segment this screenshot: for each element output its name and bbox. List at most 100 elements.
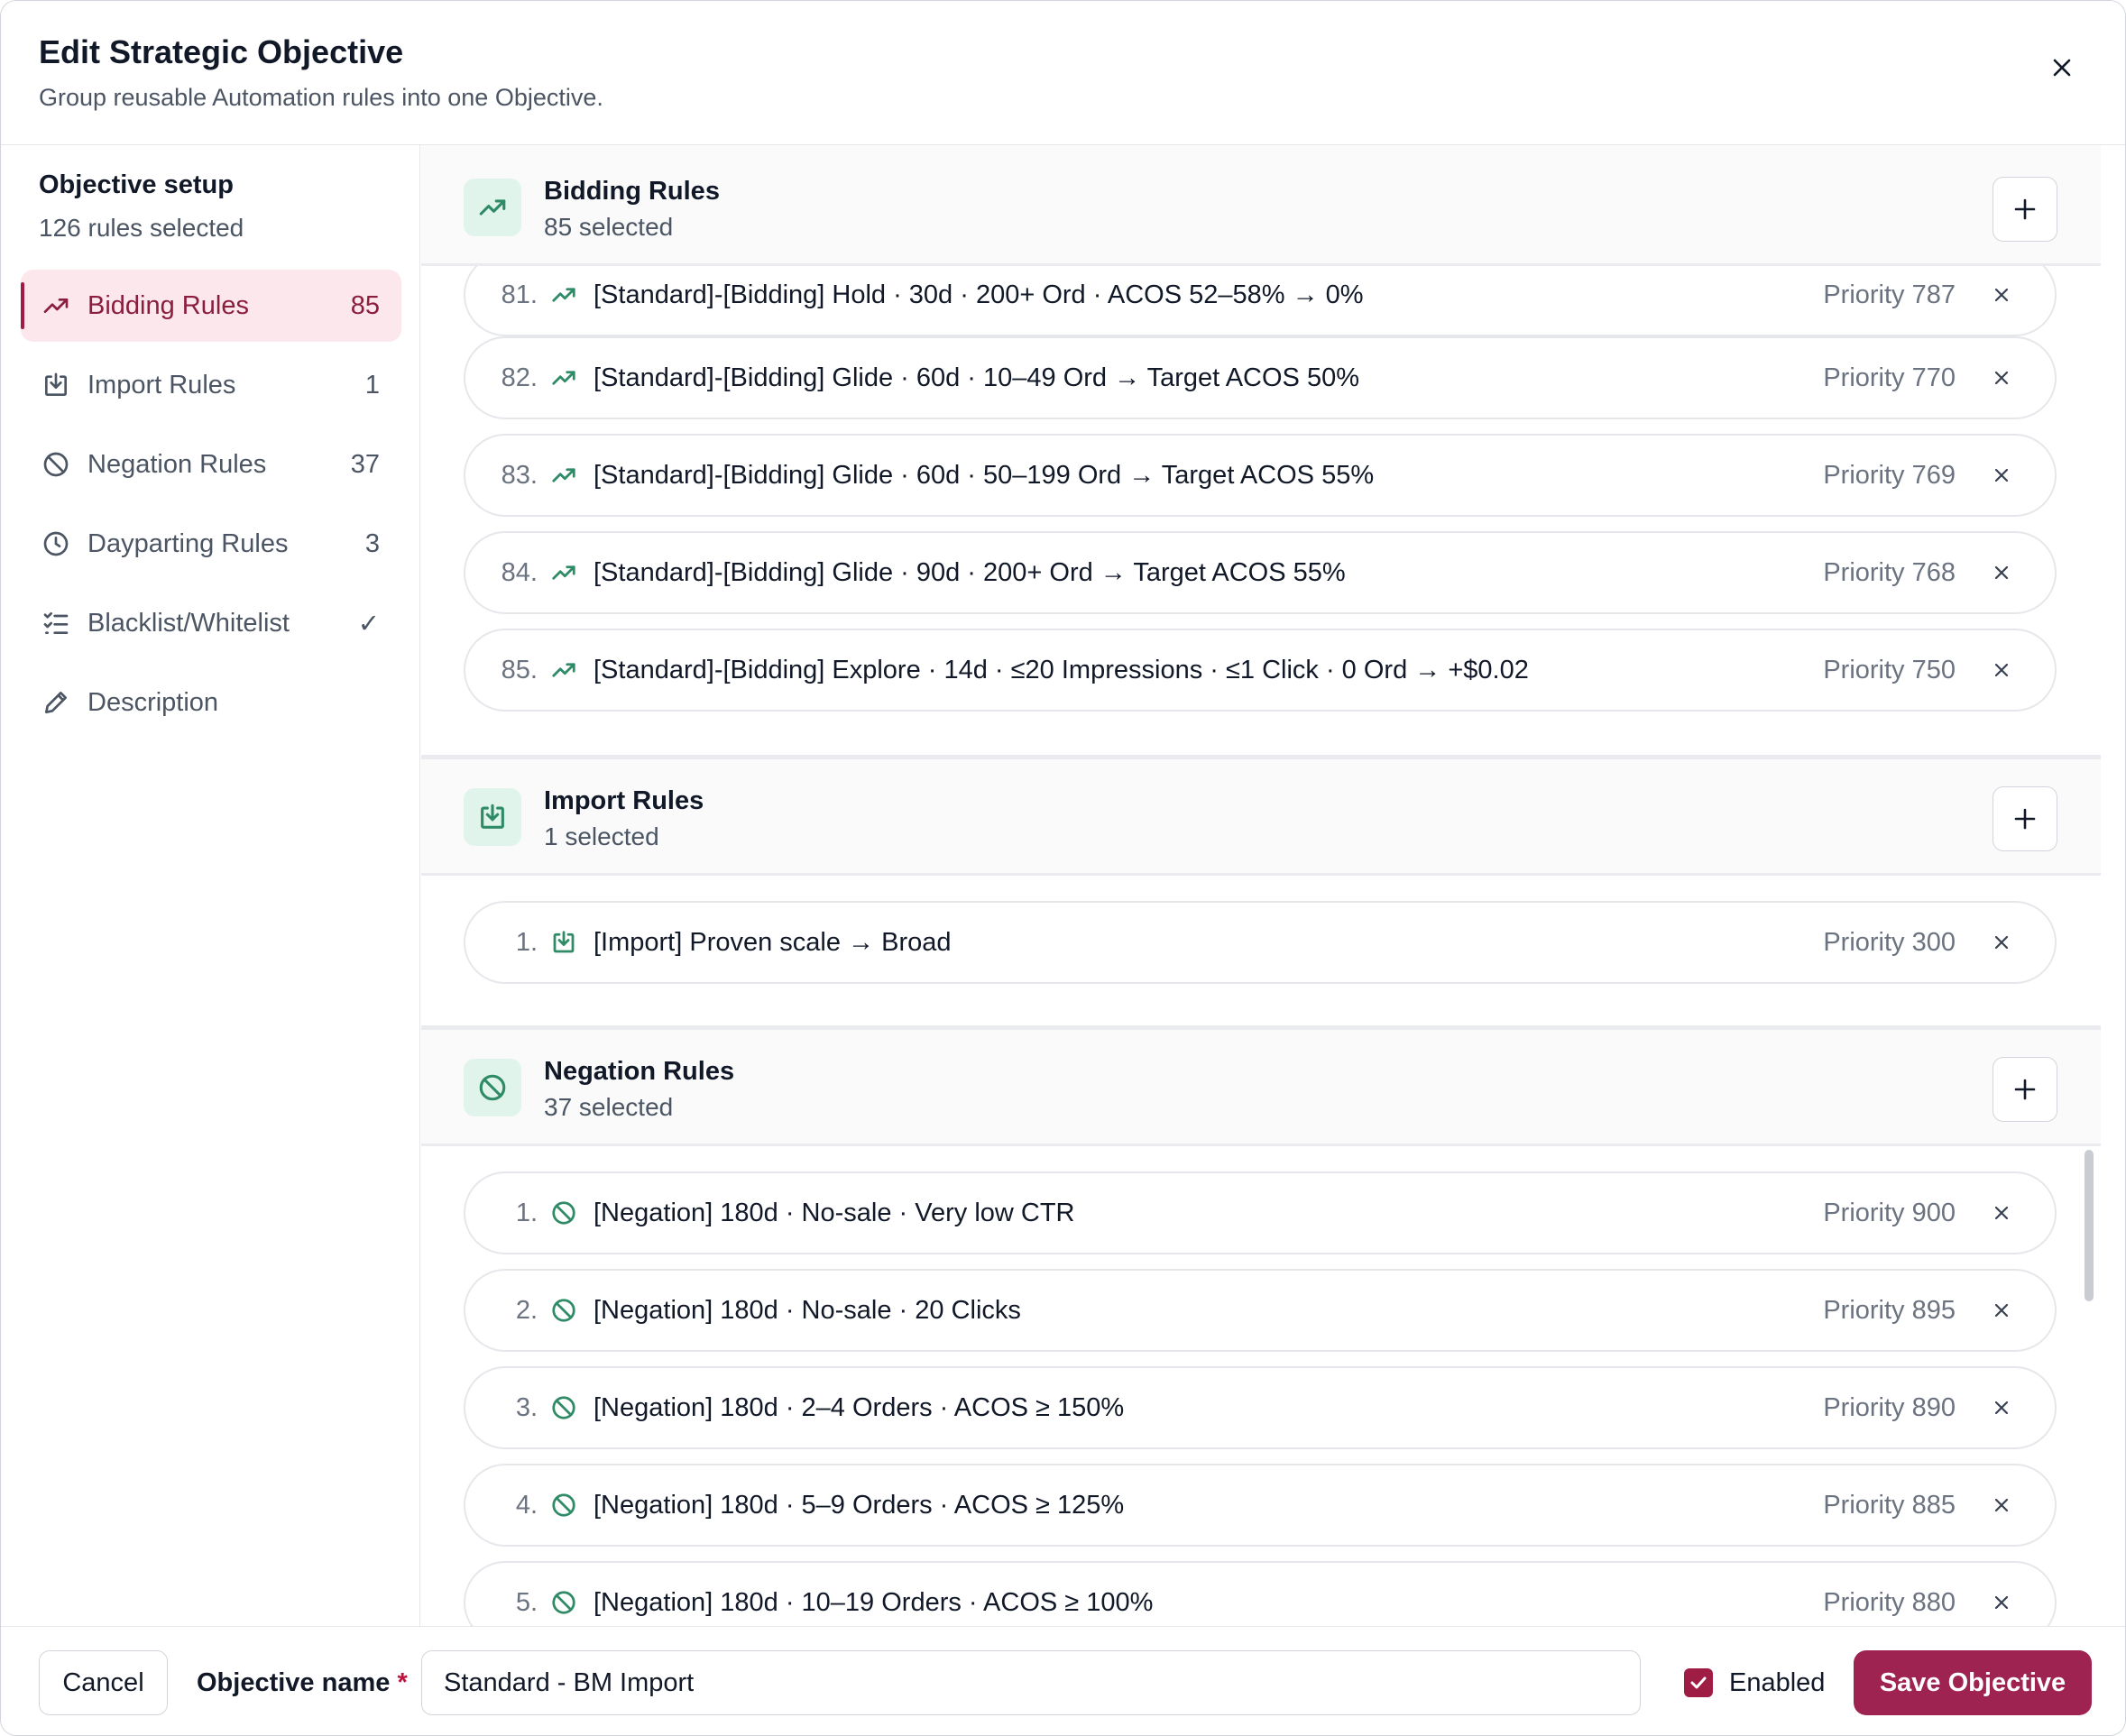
rule-name: [Negation] 180d · No-sale · Very low CTR [594,1198,1075,1227]
negation-rule-row[interactable]: 3. [Negation] 180d · 2–4 Orders · ACOS ≥… [464,1366,2057,1449]
sidebar-item-blacklist-whitelist[interactable]: Blacklist/Whitelist ✓ [21,587,401,659]
sidebar-item-import-rules[interactable]: Import Rules 1 [21,349,401,421]
modal-footer: Cancel Objective name * Enabled Save Obj… [1,1626,2125,1735]
import-rule-row[interactable]: 1. [Import] Proven scale → Broad Priorit… [464,901,2057,984]
edit-objective-modal: Edit Strategic Objective Group reusable … [0,0,2126,1736]
sidebar-item-label: Description [87,687,219,717]
sidebar-item-label: Blacklist/Whitelist [87,608,290,638]
rule-priority: Priority 770 [1823,363,1956,392]
rule-priority: Priority 769 [1823,460,1956,490]
close-icon [1994,935,2009,950]
sidebar-item-label: Negation Rules [87,449,267,479]
remove-rule-button[interactable] [1986,557,2017,588]
ban-icon [550,1297,577,1324]
close-icon [1994,1303,2009,1318]
remove-rule-button[interactable] [1986,1392,2017,1423]
remove-rule-button[interactable] [1986,363,2017,393]
rule-number: 83. [501,460,538,490]
negation-rule-row[interactable]: 4. [Negation] 180d · 5–9 Orders · ACOS ≥… [464,1464,2057,1547]
negation-rule-row[interactable]: 5. [Negation] 180d · 10–19 Orders · ACOS… [464,1561,2057,1626]
rule-name: [Standard]-[Bidding] Explore · 14d · ≤20… [594,655,1529,684]
bidding-rule-row[interactable]: 85. [Standard]-[Bidding] Explore · 14d ·… [464,629,2057,712]
bidding-rules-section-header: Bidding Rules 85 selected [421,145,2101,266]
section-selected-count: 37 selected [544,1093,674,1121]
rule-priority: Priority 890 [1823,1392,1956,1422]
rule-number: 4. [515,1490,538,1520]
objective-name-label: Objective name * [197,1668,408,1698]
ban-icon [550,1589,577,1616]
add-negation-rule-button[interactable] [1993,1057,2057,1122]
enabled-checkbox[interactable] [1684,1668,1713,1697]
remove-rule-button[interactable] [1986,1198,2017,1228]
rule-number: 1. [515,1198,538,1227]
save-objective-button[interactable]: Save Objective [1854,1650,2092,1715]
sidebar-item-bidding-rules[interactable]: Bidding Rules 85 [21,270,401,342]
modal-header: Edit Strategic Objective Group reusable … [1,1,2125,145]
cancel-button[interactable]: Cancel [39,1650,168,1715]
close-icon [1994,1206,2009,1220]
import-icon [464,788,521,846]
scrollbar-thumb[interactable] [2085,1150,2094,1301]
sidebar-item-negation-rules[interactable]: Negation Rules 37 [21,428,401,501]
close-icon [1994,1595,2009,1610]
rules-scroll-area[interactable]: 81. [Standard]-[Bidding] Hold · 30d · 20… [421,145,2101,1626]
close-icon [1994,468,2009,482]
rule-number: 3. [515,1392,538,1422]
ban-icon [550,1394,577,1421]
close-icon [1994,371,2009,385]
modal-subtitle: Group reusable Automation rules into one… [39,84,603,111]
sidebar-heading: Objective setup [39,170,234,199]
rule-priority: Priority 885 [1823,1490,1956,1520]
remove-rule-button[interactable] [1986,1490,2017,1520]
remove-rule-button[interactable] [1986,1587,2017,1618]
rule-priority: Priority 768 [1823,557,1956,587]
rule-priority: Priority 900 [1823,1198,1956,1227]
bidding-rule-row[interactable]: 84. [Standard]-[Bidding] Glide · 90d · 2… [464,531,2057,614]
close-icon [1994,565,2009,580]
rule-number: 84. [501,557,538,587]
remove-rule-button[interactable] [1986,927,2017,958]
ban-icon [550,1199,577,1226]
sidebar-nav: Bidding Rules 85 Import Rules 1 Negation… [21,270,401,746]
plus-icon [2014,1079,2036,1100]
negation-rules-section-header: Negation Rules 37 selected [421,1025,2101,1146]
remove-rule-button[interactable] [1986,1295,2017,1326]
close-icon [1994,288,2009,302]
plus-icon [2014,808,2036,830]
objective-name-label-text: Objective name [197,1668,391,1697]
section-title: Negation Rules [544,1057,735,1086]
objective-name-input[interactable] [421,1650,1641,1715]
sidebar-item-description[interactable]: Description [21,666,401,739]
sidebar-item-label: Import Rules [87,370,236,400]
plus-icon [2014,198,2036,220]
remove-rule-button[interactable] [1986,655,2017,685]
remove-rule-button[interactable] [1986,460,2017,491]
rule-name: [Standard]-[Bidding] Glide · 60d · 10–49… [594,363,1359,392]
rule-name: [Negation] 180d · 10–19 Orders · ACOS ≥ … [594,1587,1154,1617]
remove-rule-button[interactable] [1986,280,2017,310]
add-bidding-rule-button[interactable] [1993,177,2057,242]
sidebar-item-count: 1 [364,370,380,400]
bidding-rule-row[interactable]: 82. [Standard]-[Bidding] Glide · 60d · 1… [464,336,2057,419]
negation-rule-row[interactable]: 2. [Negation] 180d · No-sale · 20 Clicks… [464,1269,2057,1352]
rules-selected-count: 126 rules selected [39,214,244,242]
sidebar-item-count: 3 [364,528,380,558]
close-icon [2053,59,2071,77]
bidding-rule-row[interactable]: 83. [Standard]-[Bidding] Glide · 60d · 5… [464,434,2057,517]
import-rules-section-header: Import Rules 1 selected [421,755,2101,876]
close-button[interactable] [2046,51,2078,84]
trending-up-icon [41,290,71,321]
add-import-rule-button[interactable] [1993,786,2057,851]
sidebar-item-dayparting-rules[interactable]: Dayparting Rules 3 [21,508,401,580]
clock-icon [41,528,71,559]
trending-up-icon [464,179,521,236]
modal-title: Edit Strategic Objective [39,33,404,70]
import-icon [550,929,577,956]
rule-number: 85. [501,655,538,684]
enabled-label[interactable]: Enabled [1729,1668,1825,1698]
import-icon [41,370,71,400]
negation-rule-row[interactable]: 1. [Negation] 180d · No-sale · Very low … [464,1171,2057,1254]
trending-up-icon [550,657,577,684]
rule-name: [Negation] 180d · 5–9 Orders · ACOS ≥ 12… [594,1490,1125,1520]
rule-number: 2. [515,1295,538,1325]
